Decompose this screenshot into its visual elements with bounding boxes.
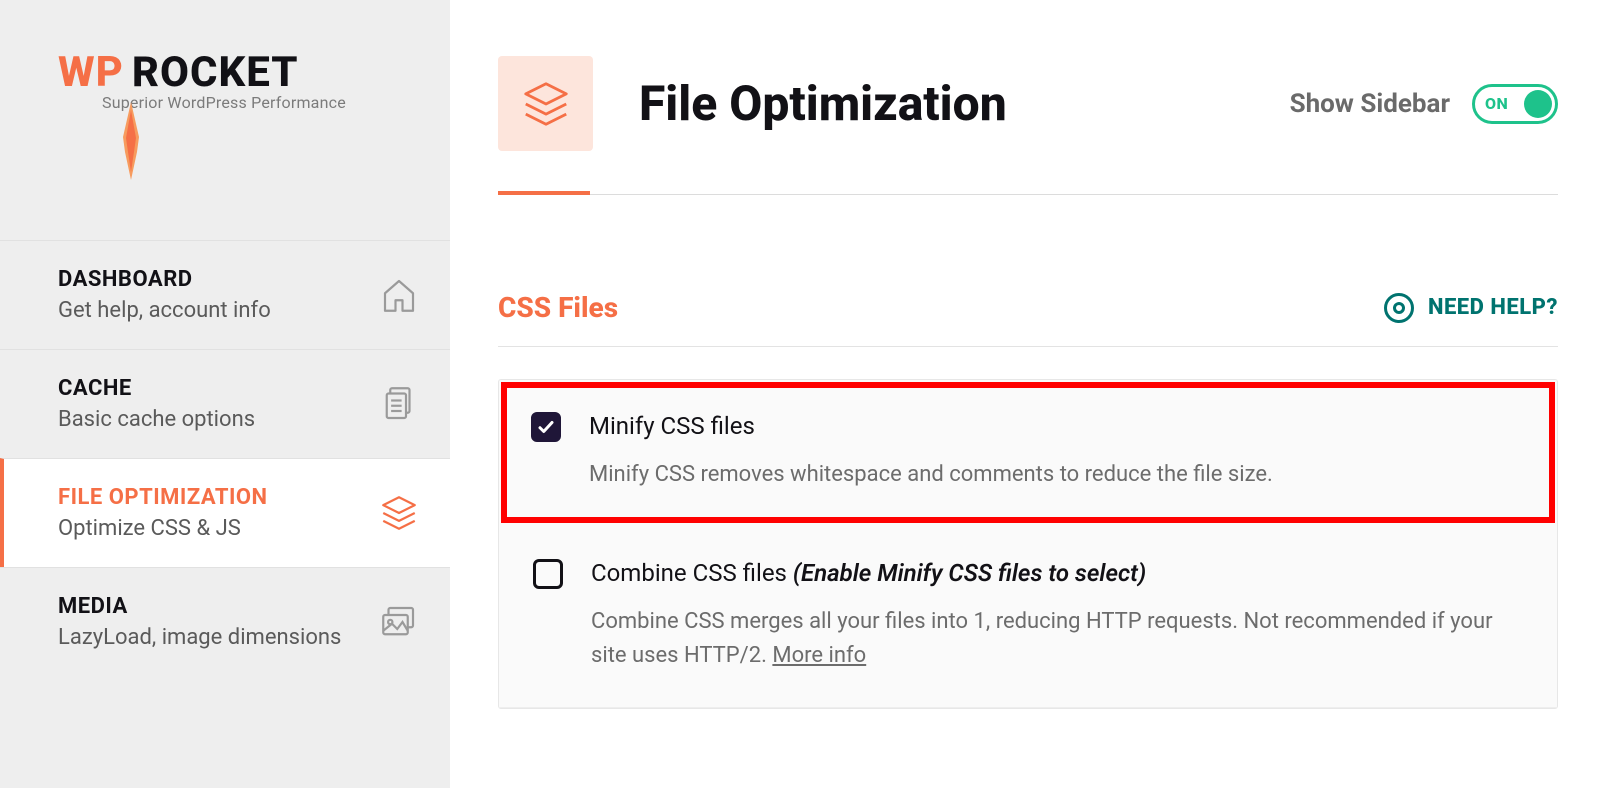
setting-title-hint: (Enable Minify CSS files to select) [793, 559, 1146, 587]
setting-title-text: Combine CSS files [591, 559, 793, 587]
settings-panel: Minify CSS files Minify CSS removes whit… [498, 379, 1558, 709]
sidebar-item-desc: Optimize CSS & JS [58, 516, 268, 541]
images-icon [378, 601, 420, 643]
sidebar-item-desc: Basic cache options [58, 407, 255, 432]
home-icon [378, 274, 420, 316]
layers-icon [378, 492, 420, 534]
main-content: File Optimization Show Sidebar ON CSS Fi… [450, 0, 1606, 788]
sidebar-item-media[interactable]: MEDIA LazyLoad, image dimensions [0, 567, 450, 676]
page-title: File Optimization [639, 75, 1007, 132]
sidebar-item-cache[interactable]: CACHE Basic cache options [0, 349, 450, 458]
more-info-link[interactable]: More info [772, 643, 866, 668]
sidebar-item-desc: Get help, account info [58, 298, 271, 323]
toggle-on-label: ON [1485, 94, 1508, 113]
setting-title: Combine CSS files (Enable Minify CSS fil… [591, 559, 1523, 587]
need-help-label: NEED HELP? [1428, 295, 1558, 320]
logo-subtitle: Superior WordPress Performance [102, 93, 450, 112]
show-sidebar-toggle[interactable]: ON [1472, 84, 1558, 124]
lifebuoy-icon [1384, 293, 1414, 323]
rocket-flame-icon [117, 102, 145, 192]
setting-desc: Combine CSS merges all your files into 1… [591, 605, 1523, 673]
page-header-icon [498, 56, 593, 151]
logo: WP ROCKET Superior WordPress Performance [0, 0, 450, 240]
sidebar-item-title: MEDIA [58, 594, 341, 619]
logo-wp: WP [58, 48, 124, 97]
sidebar-item-dashboard[interactable]: DASHBOARD Get help, account info [0, 240, 450, 349]
sidebar-item-title: CACHE [58, 376, 255, 401]
section-header: CSS Files NEED HELP? [498, 291, 1558, 347]
sidebar: WP ROCKET Superior WordPress Performance… [0, 0, 450, 788]
active-tab-indicator [498, 191, 590, 195]
show-sidebar-label: Show Sidebar [1290, 89, 1450, 119]
setting-title: Minify CSS files [589, 412, 1525, 440]
documents-icon [378, 383, 420, 425]
setting-desc-text: Combine CSS merges all your files into 1… [591, 609, 1493, 668]
combine-css-checkbox[interactable] [533, 559, 563, 589]
sidebar-item-title: FILE OPTIMIZATION [58, 485, 268, 510]
page-header: File Optimization Show Sidebar ON [498, 56, 1558, 151]
sidebar-item-desc: LazyLoad, image dimensions [58, 625, 341, 650]
section-title: CSS Files [498, 291, 618, 324]
sidebar-item-title: DASHBOARD [58, 267, 271, 292]
minify-css-checkbox[interactable] [531, 412, 561, 442]
toggle-knob [1524, 90, 1552, 118]
setting-minify-css: Minify CSS files Minify CSS removes whit… [501, 382, 1555, 523]
setting-combine-css: Combine CSS files (Enable Minify CSS fil… [499, 525, 1557, 708]
sidebar-item-file-optimization[interactable]: FILE OPTIMIZATION Optimize CSS & JS [0, 458, 450, 567]
tab-strip [498, 191, 1558, 195]
need-help-button[interactable]: NEED HELP? [1384, 293, 1558, 323]
logo-rocket: ROCKET [132, 48, 299, 97]
setting-desc: Minify CSS removes whitespace and commen… [589, 458, 1525, 492]
